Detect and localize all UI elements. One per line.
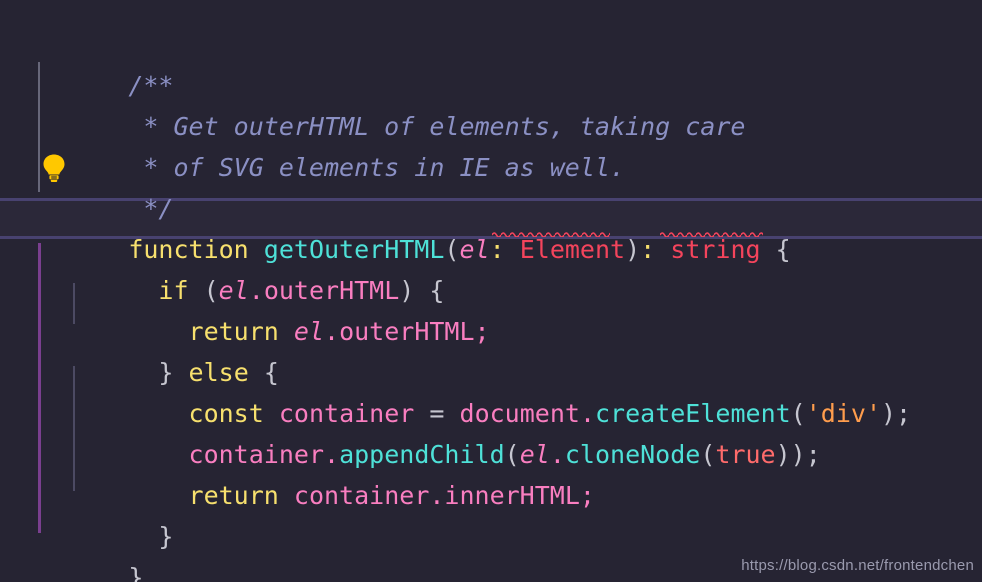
- keyword-function: function: [128, 235, 249, 264]
- code-line-3[interactable]: * of SVG elements in IE as well.: [0, 106, 982, 182]
- brace-open-5: {: [775, 235, 791, 264]
- paren-close-5: ): [625, 235, 641, 264]
- code-line-7[interactable]: return el.outerHTML;: [0, 270, 982, 346]
- code-line-2[interactable]: * Get outerHTML of elements, taking care: [0, 65, 982, 141]
- code-line-1[interactable]: /**: [0, 24, 982, 100]
- type-string-error: string: [670, 235, 761, 264]
- space-3: [655, 235, 670, 264]
- code-editor-window: /** * Get outerHTML of elements, taking …: [0, 0, 982, 582]
- colon-5a: :: [489, 235, 505, 264]
- code-line-11[interactable]: return container.innerHTML;: [0, 434, 982, 510]
- space-4: [761, 235, 776, 264]
- error-squiggle-element: [492, 230, 610, 237]
- space-1: [249, 235, 264, 264]
- space-2: [505, 235, 520, 264]
- code-line-12[interactable]: }: [0, 475, 982, 551]
- paren-open-5: (: [444, 235, 460, 264]
- code-line-9[interactable]: const container = document.createElement…: [0, 352, 982, 428]
- code-content-area[interactable]: /** * Get outerHTML of elements, taking …: [0, 0, 982, 582]
- code-line-10[interactable]: container.appendChild(el.cloneNode(true)…: [0, 393, 982, 469]
- brace-close-13: }: [128, 563, 144, 582]
- code-line-4[interactable]: */: [0, 147, 982, 223]
- watermark-url: https://blog.csdn.net/frontendchen: [741, 557, 974, 574]
- error-squiggle-string: [660, 230, 763, 237]
- code-line-8[interactable]: } else {: [0, 311, 982, 387]
- code-line-5[interactable]: function getOuterHTML(el: Element): stri…: [0, 188, 982, 264]
- param-el: el: [459, 235, 490, 264]
- function-name-getouterhtml: getOuterHTML: [263, 235, 445, 264]
- lightbulb-icon[interactable]: [41, 153, 67, 183]
- colon-5b: :: [640, 235, 656, 264]
- code-line-13[interactable]: }: [0, 516, 982, 582]
- type-element-error: Element: [519, 235, 626, 264]
